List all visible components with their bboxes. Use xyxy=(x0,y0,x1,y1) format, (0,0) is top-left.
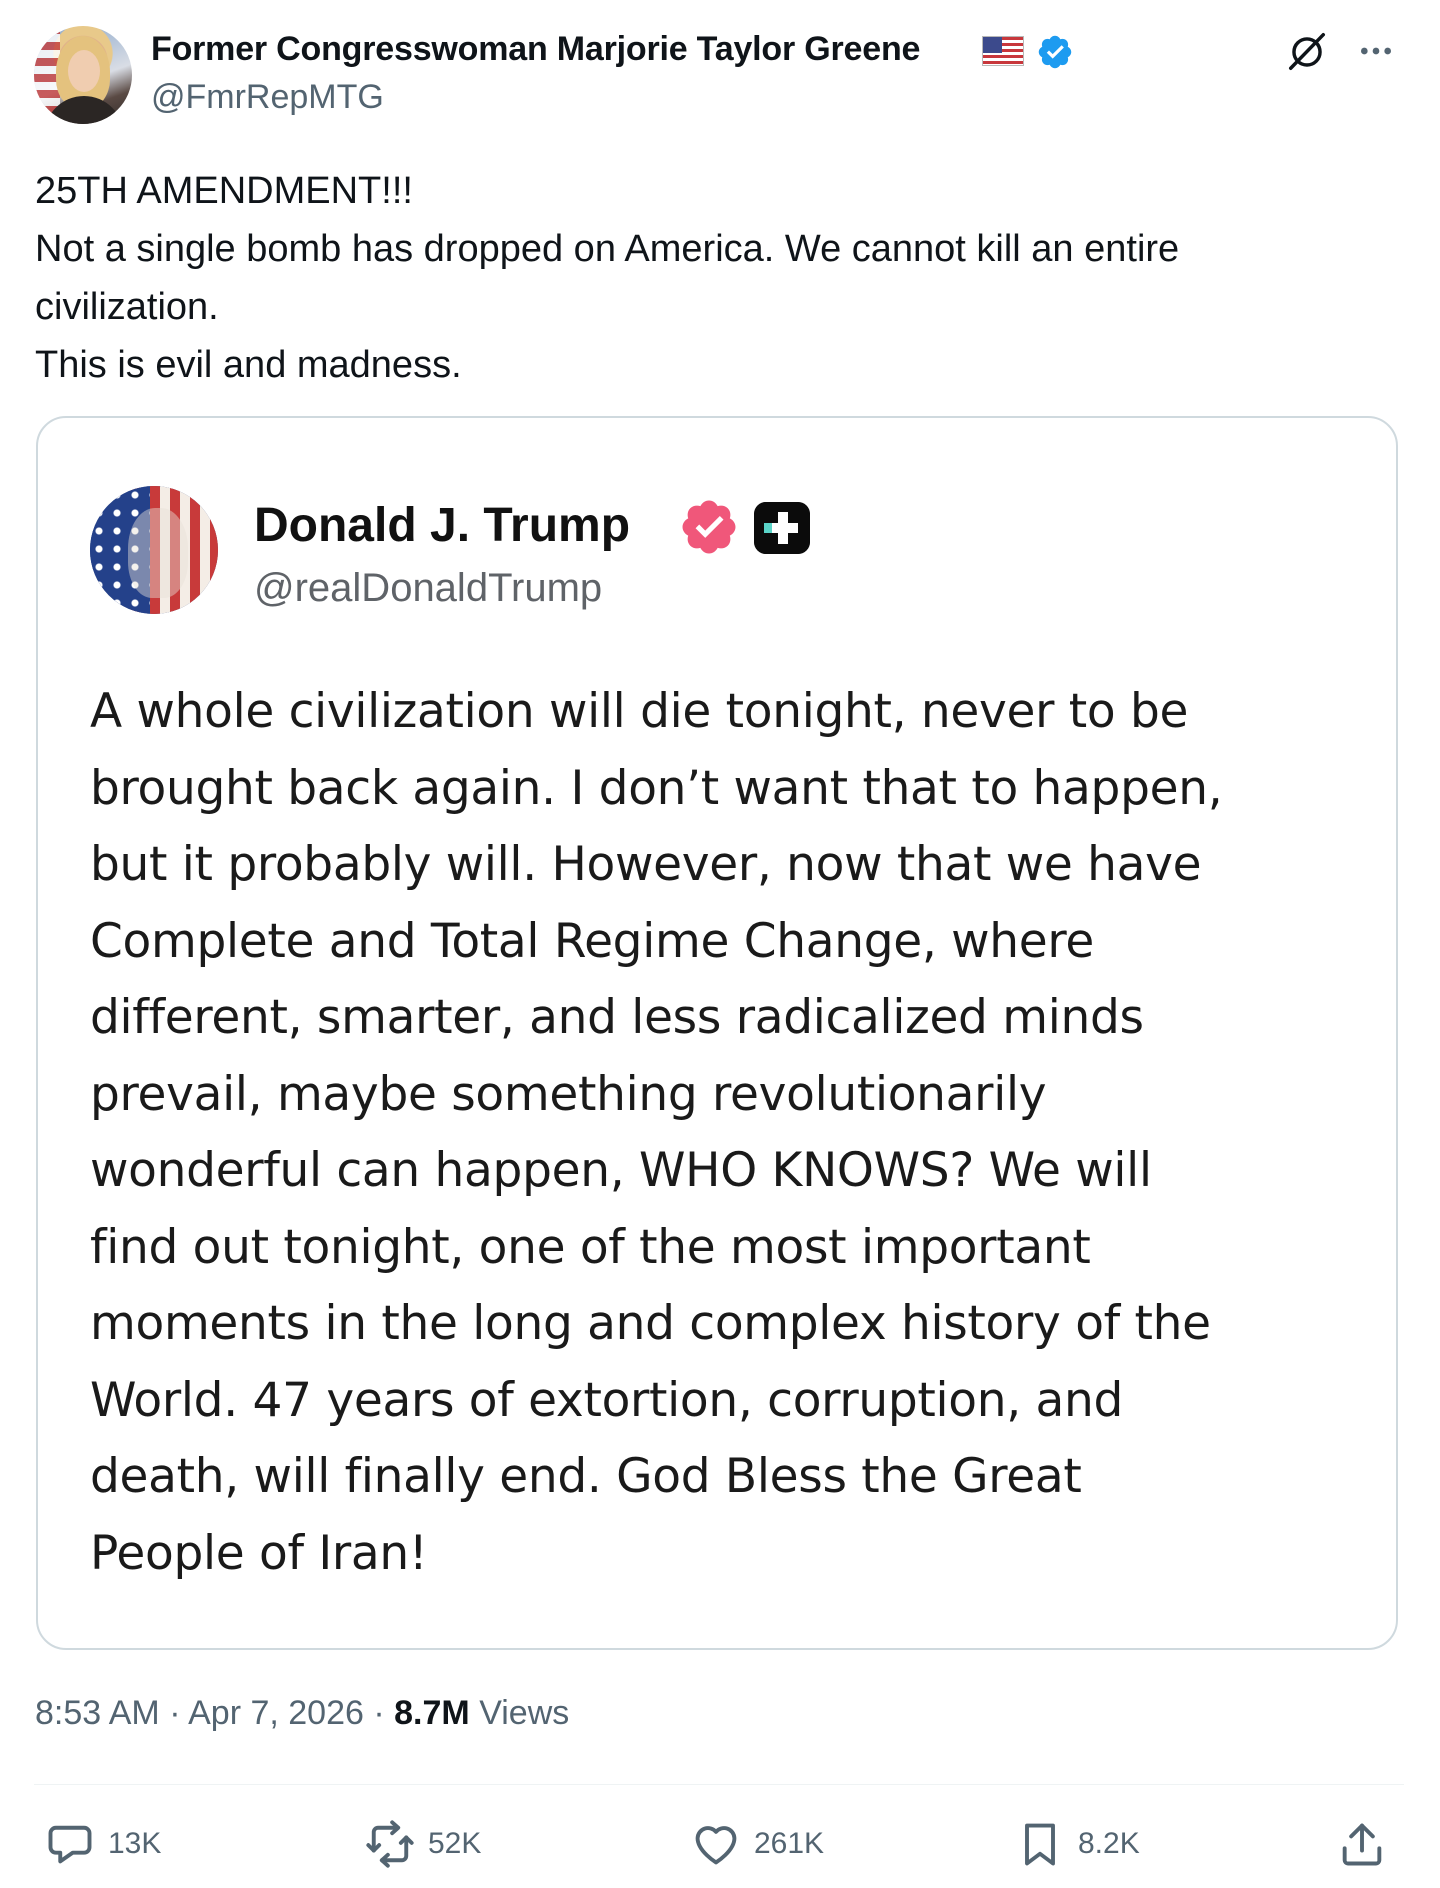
truth-social-plus-icon xyxy=(754,502,810,554)
tweet-text-line: civilization. xyxy=(35,286,219,328)
reply-button[interactable]: 13K xyxy=(44,1814,161,1874)
quoted-author-handle[interactable]: @realDonaldTrump xyxy=(254,566,602,611)
heart-icon xyxy=(695,1826,737,1865)
post-date[interactable]: Apr 7, 2026 xyxy=(188,1694,364,1732)
repost-count: 52K xyxy=(428,1827,482,1860)
author-handle[interactable]: @FmrRepMTG xyxy=(151,78,384,117)
quoted-text-line: World. 47 years of extortion, corruption… xyxy=(90,1372,1124,1428)
quoted-text-line: prevail, maybe something revolutionarily xyxy=(90,1066,1047,1122)
quoted-text-line: but it probably will. However, now that … xyxy=(90,837,1202,892)
quoted-text-line: Complete and Total Regime Change, where xyxy=(90,913,1094,969)
pink-verified-icon xyxy=(682,500,736,554)
post-metadata: 8:53 AM · Apr 7, 2026 · 8.7M Views xyxy=(35,1694,569,1733)
tweet-text-line: This is evil and madness. xyxy=(35,344,462,386)
quoted-text-line: wonderful can happen, WHO KNOWS? We will xyxy=(90,1143,1152,1198)
tweet-text-line: Not a single bomb has dropped on America… xyxy=(35,228,1180,270)
quoted-author-avatar[interactable] xyxy=(90,486,218,614)
quoted-post-card[interactable]: Donald J. Trump @realDonaldTrump A whole… xyxy=(36,416,1398,1650)
reply-count: 13K xyxy=(108,1827,162,1860)
like-button[interactable]: 261K xyxy=(690,1814,824,1874)
reply-icon xyxy=(48,1825,92,1864)
post-time[interactable]: 8:53 AM xyxy=(35,1694,160,1732)
bookmark-button[interactable]: 8.2K xyxy=(1014,1814,1140,1874)
us-flag-icon xyxy=(982,36,1024,66)
meta-separator: · xyxy=(373,1694,385,1732)
meta-separator: · xyxy=(169,1694,181,1732)
quoted-author-name[interactable]: Donald J. Trump xyxy=(254,498,630,553)
blue-verified-icon[interactable] xyxy=(1036,33,1074,71)
more-options-icon[interactable] xyxy=(1356,34,1396,68)
share-button[interactable] xyxy=(1336,1814,1388,1874)
quoted-text-line: find out tonight, one of the most import… xyxy=(90,1219,1091,1275)
share-icon xyxy=(1342,1823,1382,1866)
tweet-text-line: 25TH AMENDMENT!!! xyxy=(35,170,413,212)
views-count: 8.7M xyxy=(394,1694,470,1732)
quoted-text-line: different, smarter, and less radicalized… xyxy=(90,990,1144,1045)
quoted-text-line: A whole civilization will die tonight, n… xyxy=(90,684,1189,739)
divider xyxy=(34,1784,1404,1785)
bookmark-count: 8.2K xyxy=(1078,1827,1140,1860)
bookmark-icon xyxy=(1025,1823,1055,1866)
like-count: 261K xyxy=(754,1827,825,1860)
repost-button[interactable]: 52K xyxy=(364,1814,481,1874)
author-avatar[interactable] xyxy=(34,26,132,124)
author-display-name[interactable]: Former Congresswoman Marjorie Taylor Gre… xyxy=(151,30,920,69)
quoted-text-line: People of Iran! xyxy=(90,1525,428,1581)
quoted-text-line: brought back again. I don’t want that to… xyxy=(90,760,1223,816)
tweet-text: 25TH AMENDMENT!!! Not a single bomb has … xyxy=(35,162,1405,394)
grok-icon[interactable] xyxy=(1284,28,1330,74)
quoted-text-line: death, will finally end. God Bless the G… xyxy=(90,1449,1082,1504)
views-label: Views xyxy=(479,1694,570,1732)
quoted-post-text: A whole civilization will die tonight, n… xyxy=(90,674,1370,1592)
quoted-text-line: moments in the long and complex history … xyxy=(90,1296,1211,1351)
tweet: Former Congresswoman Marjorie Taylor Gre… xyxy=(0,0,1440,1888)
repost-icon xyxy=(366,1820,414,1868)
